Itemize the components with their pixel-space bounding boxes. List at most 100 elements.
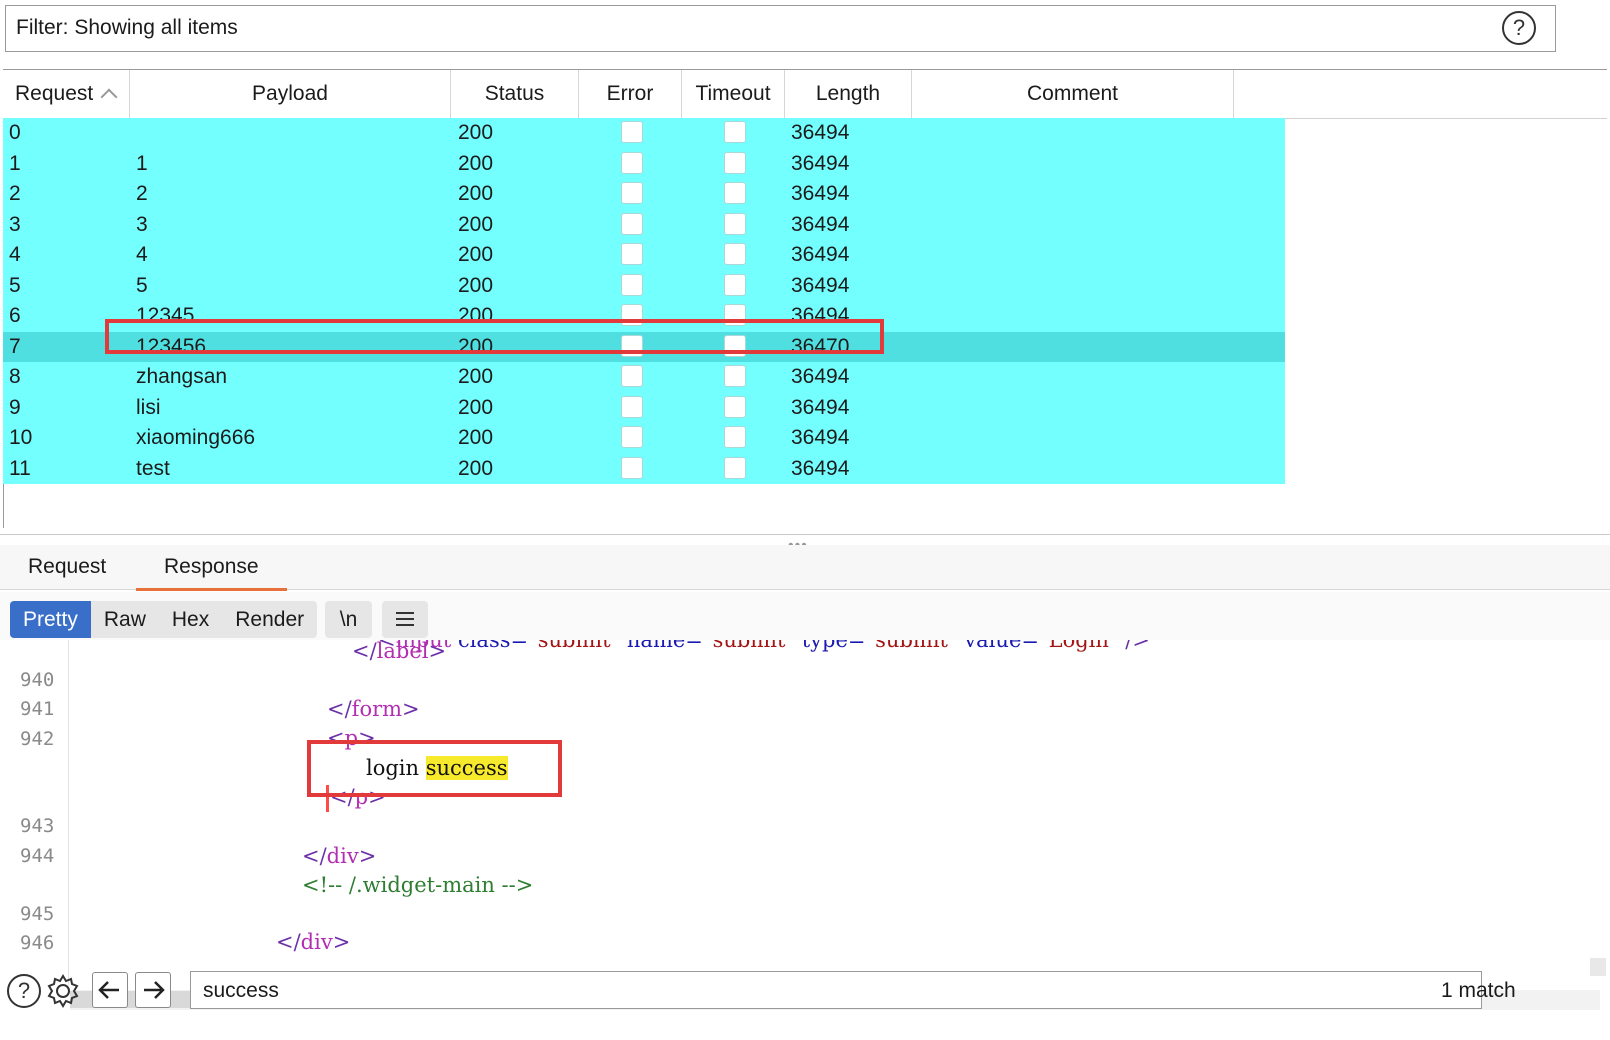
timeout-checkbox[interactable] xyxy=(724,151,746,174)
search-input-value: success xyxy=(203,979,279,1002)
line-number: 941 xyxy=(20,698,55,720)
line-number: 944 xyxy=(20,845,55,867)
vertical-scrollbar-thumb[interactable] xyxy=(1590,958,1606,976)
column-header-length[interactable]: Length xyxy=(785,70,912,118)
column-header-request-label: Request xyxy=(15,82,94,105)
table-row[interactable]: 9 lisi 200 36494 xyxy=(3,392,1285,423)
cell-payload: 5 xyxy=(136,273,148,297)
table-row[interactable]: 3 3 200 36494 xyxy=(3,209,1285,240)
tab-response[interactable]: Response xyxy=(136,555,287,591)
cell-length: 36494 xyxy=(791,395,850,419)
table-row[interactable]: 1 1 200 36494 xyxy=(3,148,1285,179)
line-number-gutter: 940 941 942 943 944 945 946 xyxy=(0,640,69,985)
cell-payload: test xyxy=(136,456,170,480)
cell-status: 200 xyxy=(458,273,494,297)
code-line-input: <input class="submit" name="submit" type… xyxy=(378,640,1150,652)
cell-request: 3 xyxy=(9,212,21,236)
column-header-timeout[interactable]: Timeout xyxy=(682,70,785,118)
results-table-body: 0 200 36494 1 1 200 36494 2 2 200 36494 3 3 200 36494 4… xyxy=(3,118,1285,484)
cell-status: 200 xyxy=(458,395,494,419)
cell-length: 36494 xyxy=(791,426,850,449)
error-checkbox[interactable] xyxy=(621,426,643,448)
detail-tabbar: Request Response xyxy=(0,545,1610,591)
cell-payload: xiaoming666 xyxy=(136,426,256,449)
column-header-request[interactable]: Request xyxy=(3,70,130,118)
pretty-button[interactable]: Pretty xyxy=(10,601,91,638)
timeout-checkbox[interactable] xyxy=(724,212,746,235)
cell-request: 7 xyxy=(9,334,21,358)
search-input[interactable]: success xyxy=(190,971,1482,1009)
column-header-error[interactable]: Error xyxy=(579,70,682,118)
error-checkbox[interactable] xyxy=(621,151,643,174)
cell-status: 200 xyxy=(458,121,494,144)
timeout-checkbox[interactable] xyxy=(724,182,746,204)
timeout-checkbox[interactable] xyxy=(724,121,746,143)
code-line-div-close: </div> xyxy=(302,844,377,868)
menu-button[interactable] xyxy=(382,601,428,638)
table-row[interactable]: 0 200 36494 xyxy=(3,118,1285,149)
newline-toggle-button[interactable]: \n xyxy=(325,601,372,638)
table-row[interactable]: 4 4 200 36494 xyxy=(3,240,1285,271)
filter-help-icon[interactable]: ? xyxy=(1502,11,1536,45)
search-settings-button[interactable] xyxy=(45,973,81,1009)
cell-length: 36494 xyxy=(791,182,850,205)
response-code-view[interactable]: 940 941 942 943 944 945 946 <input class… xyxy=(0,640,1610,985)
timeout-checkbox[interactable] xyxy=(724,395,746,418)
timeout-checkbox[interactable] xyxy=(724,365,746,387)
timeout-checkbox[interactable] xyxy=(724,243,746,265)
column-header-comment[interactable]: Comment xyxy=(912,70,1234,118)
error-checkbox[interactable] xyxy=(621,365,643,387)
view-mode-group: Pretty Raw Hex Render xyxy=(10,601,318,638)
error-checkbox[interactable] xyxy=(621,395,643,418)
cell-length: 36494 xyxy=(791,212,850,236)
hex-button[interactable]: Hex xyxy=(159,601,222,638)
timeout-checkbox[interactable] xyxy=(724,426,746,448)
column-header-payload[interactable]: Payload xyxy=(130,70,451,118)
cell-length: 36494 xyxy=(791,121,850,144)
annotation-box-login-success xyxy=(307,740,562,797)
cell-payload: lisi xyxy=(136,395,161,419)
table-row[interactable]: 5 5 200 36494 xyxy=(3,270,1285,301)
error-checkbox[interactable] xyxy=(621,182,643,204)
cell-request: 11 xyxy=(9,456,31,480)
render-button[interactable]: Render xyxy=(222,601,317,638)
error-checkbox[interactable] xyxy=(621,121,643,143)
cell-request: 6 xyxy=(9,304,21,327)
raw-button[interactable]: Raw xyxy=(91,601,159,638)
cell-length: 36494 xyxy=(791,365,850,388)
timeout-checkbox[interactable] xyxy=(724,273,746,296)
error-checkbox[interactable] xyxy=(621,456,643,479)
timeout-checkbox[interactable] xyxy=(724,456,746,479)
search-help-button[interactable]: ? xyxy=(6,973,42,1009)
cell-status: 200 xyxy=(458,151,494,175)
error-checkbox[interactable] xyxy=(621,243,643,265)
cell-payload: 4 xyxy=(136,243,148,266)
hamburger-icon xyxy=(396,612,414,626)
cell-request: 0 xyxy=(9,121,21,144)
code-line-form-close: </form> xyxy=(327,697,420,721)
previous-match-button[interactable] xyxy=(92,972,128,1008)
svg-text:?: ? xyxy=(18,978,30,1003)
cell-payload: zhangsan xyxy=(136,365,228,388)
tab-request[interactable]: Request xyxy=(28,555,106,588)
table-row[interactable]: 10 xiaoming666 200 36494 xyxy=(3,423,1285,454)
cell-length: 36494 xyxy=(791,151,850,175)
table-row[interactable]: 2 2 200 36494 xyxy=(3,179,1285,210)
cell-length: 36494 xyxy=(791,243,850,266)
column-header-status[interactable]: Status xyxy=(451,70,579,118)
cell-request: 2 xyxy=(9,182,21,205)
table-row[interactable]: 8 zhangsan 200 36494 xyxy=(3,362,1285,393)
cell-request: 10 xyxy=(9,426,33,449)
panel-divider[interactable] xyxy=(0,534,1610,535)
next-match-button[interactable] xyxy=(135,972,171,1008)
cell-status: 200 xyxy=(458,365,494,388)
cell-request: 1 xyxy=(9,151,21,175)
sort-ascending-icon xyxy=(100,88,118,106)
cell-payload: 2 xyxy=(136,182,148,205)
error-checkbox[interactable] xyxy=(621,212,643,235)
error-checkbox[interactable] xyxy=(621,273,643,296)
line-number: 946 xyxy=(20,932,55,954)
gear-icon xyxy=(47,974,79,1008)
table-row[interactable]: 11 test 200 36494 xyxy=(3,453,1285,484)
code-line-comment: <!-- /.widget-main --> xyxy=(302,873,534,897)
